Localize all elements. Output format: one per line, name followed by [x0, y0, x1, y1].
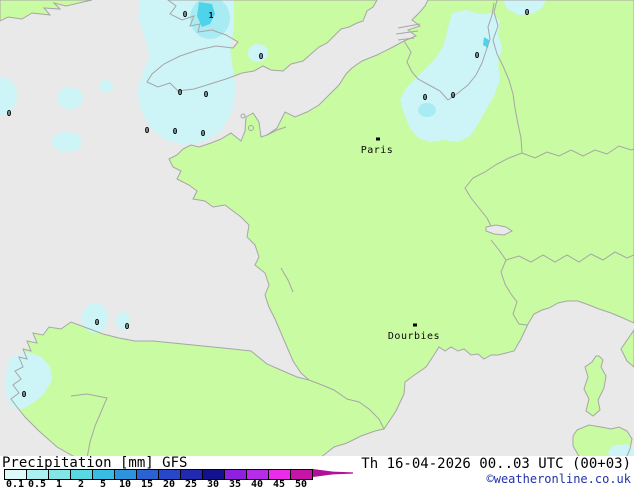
precip-value-label: 0: [525, 8, 530, 17]
legend-overflow-arrow: [313, 469, 353, 477]
legend-segment: [5, 470, 27, 479]
city-dot: [413, 323, 417, 327]
precip-value-label: 0: [173, 127, 178, 136]
precip-value-label: 0: [95, 318, 100, 327]
legend-tick-label: 30: [206, 479, 220, 490]
precip-value-label: 0: [259, 52, 264, 61]
copyright-link[interactable]: ©weatheronline.co.uk: [487, 472, 632, 486]
legend-segment: [159, 470, 181, 479]
precip-value-label: 0: [178, 88, 183, 97]
precip-value-label: 1: [209, 11, 214, 20]
legend-tick-label: 40: [250, 479, 264, 490]
legend-segment: [247, 470, 269, 479]
legend-tick-label: 0.5: [27, 479, 47, 490]
precip-value-label: 0: [7, 109, 12, 118]
precip-value-label: 0: [22, 390, 27, 399]
valid-time-text: Th 16-04-2026 00..03 UTC (00+03): [361, 456, 631, 472]
precip-value-label: 0: [423, 93, 428, 102]
legend-segment: [291, 470, 312, 479]
precip-value-label: 0: [475, 51, 480, 60]
legend-tick-label: 25: [184, 479, 198, 490]
legend-segment: [27, 470, 49, 479]
legend-segment: [49, 470, 71, 479]
legend-tick-labels: 0.1 0.5 1 2 5 10 15 20 25 30 35 40 45 50: [4, 479, 312, 490]
legend-segment: [71, 470, 93, 479]
legend-tick-label: 2: [77, 479, 85, 490]
legend-tick-label: 5: [99, 479, 107, 490]
precipitation-map: 0 1 0 0 0 0 0 0 0 0 0 0 0 0 0 0 Paris Dourbies: [0, 0, 634, 456]
legend-tick-label: 15: [140, 479, 154, 490]
weather-map-screen: 0100000000000000 Paris Dourbies Precipita…: [0, 0, 634, 490]
precip-value-label: 0: [183, 10, 188, 19]
legend-segment: [225, 470, 247, 479]
legend-segment: [115, 470, 137, 479]
city-dot: [376, 137, 380, 141]
city-label: Paris: [361, 145, 394, 156]
precip-value-label: 0: [145, 126, 150, 135]
legend-tick-label: 45: [272, 479, 286, 490]
legend-segment: [93, 470, 115, 479]
precip-value-label: 0: [204, 90, 209, 99]
legend-segment: [269, 470, 291, 479]
precip-value-label: 0: [451, 91, 456, 100]
precip-value-label: 0: [201, 129, 206, 138]
legend-tick-label: 20: [162, 479, 176, 490]
legend-segment: [137, 470, 159, 479]
legend-tick-label: 35: [228, 479, 242, 490]
precip-value-label: 0: [125, 322, 130, 331]
legend-segment: [203, 470, 225, 479]
legend-tick-label: 1: [55, 479, 63, 490]
legend-tick-label: 0.1: [5, 479, 25, 490]
legend-tick-label: 10: [118, 479, 132, 490]
city-label: Dourbies: [388, 331, 440, 342]
legend-tick-label: 50: [294, 479, 308, 490]
legend-segment: [181, 470, 203, 479]
